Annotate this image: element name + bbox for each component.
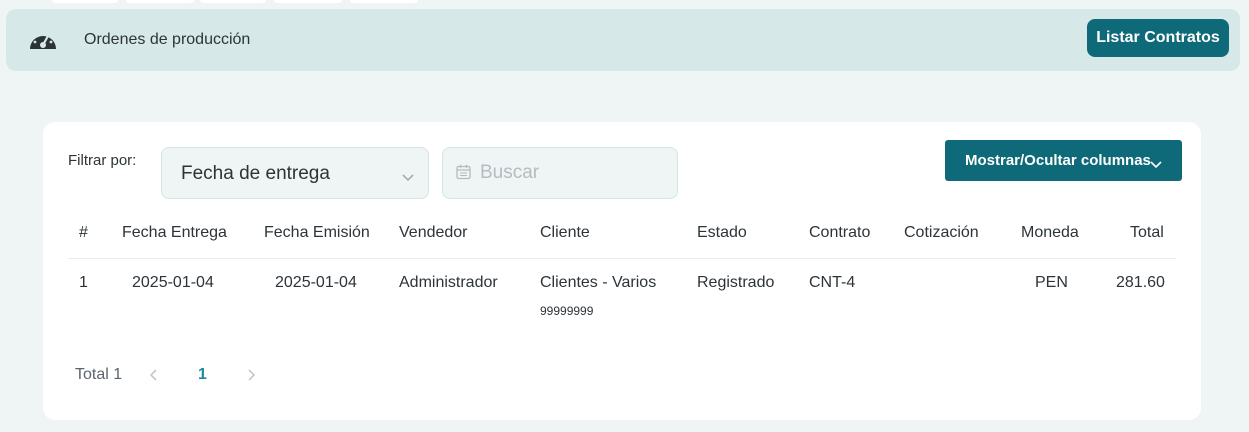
search-input[interactable]	[480, 148, 670, 198]
pagination-page[interactable]: 1	[198, 366, 207, 384]
column-header-fecha-entrega[interactable]: Fecha Entrega	[122, 224, 227, 242]
chevron-right-icon[interactable]	[245, 368, 257, 382]
chevron-down-icon	[402, 169, 414, 182]
cell-vendedor: Administrador	[399, 274, 498, 291]
top-tab[interactable]	[52, 0, 118, 3]
top-tab[interactable]	[274, 0, 342, 3]
column-header-estado[interactable]: Estado	[697, 224, 747, 242]
cell-estado: Registrado	[697, 274, 775, 291]
table-divider	[68, 258, 1176, 259]
cell-number: 1	[79, 274, 88, 291]
cell-moneda: PEN	[1035, 274, 1068, 291]
page-header: Ordenes de producción Listar Contratos	[6, 9, 1240, 71]
top-tab[interactable]	[200, 0, 266, 3]
cell-total: 281.60	[1116, 274, 1165, 291]
filter-field-select[interactable]: Fecha de entrega	[161, 147, 429, 199]
chevron-down-icon	[1150, 156, 1162, 169]
search-field[interactable]	[442, 147, 678, 199]
toggle-columns-label: Mostrar/Ocultar columnas	[965, 152, 1151, 169]
column-header-cliente[interactable]: Cliente	[540, 224, 590, 242]
cell-fecha-emision: 2025-01-04	[275, 274, 357, 291]
cell-cliente-document: 99999999	[540, 304, 594, 318]
chevron-left-icon[interactable]	[148, 368, 160, 382]
column-header-total[interactable]: Total	[1130, 224, 1164, 242]
list-contracts-button[interactable]: Listar Contratos	[1087, 19, 1229, 57]
page-title: Ordenes de producción	[84, 31, 251, 48]
calendar-icon	[456, 164, 471, 180]
orders-card: Filtrar por: Fecha de entrega Mostrar/Oc…	[43, 122, 1201, 420]
top-tab[interactable]	[350, 0, 418, 3]
column-header-cotizacion[interactable]: Cotización	[904, 224, 979, 242]
cell-fecha-entrega: 2025-01-04	[132, 274, 214, 291]
column-header-number[interactable]: #	[79, 224, 88, 242]
column-header-contrato[interactable]: Contrato	[809, 224, 870, 242]
column-header-moneda[interactable]: Moneda	[1021, 224, 1079, 242]
filter-label: Filtrar por:	[68, 152, 137, 169]
column-header-fecha-emision[interactable]: Fecha Emisión	[264, 224, 370, 242]
top-tab[interactable]	[126, 0, 194, 3]
column-header-vendedor[interactable]: Vendedor	[399, 224, 468, 242]
filter-field-value: Fecha de entrega	[181, 163, 330, 184]
pagination-total: Total 1	[75, 366, 123, 383]
speedometer-icon	[28, 27, 58, 53]
toggle-columns-button[interactable]: Mostrar/Ocultar columnas	[945, 140, 1182, 181]
cell-cliente: Clientes - Varios	[540, 274, 657, 291]
cell-contrato: CNT-4	[809, 274, 856, 291]
